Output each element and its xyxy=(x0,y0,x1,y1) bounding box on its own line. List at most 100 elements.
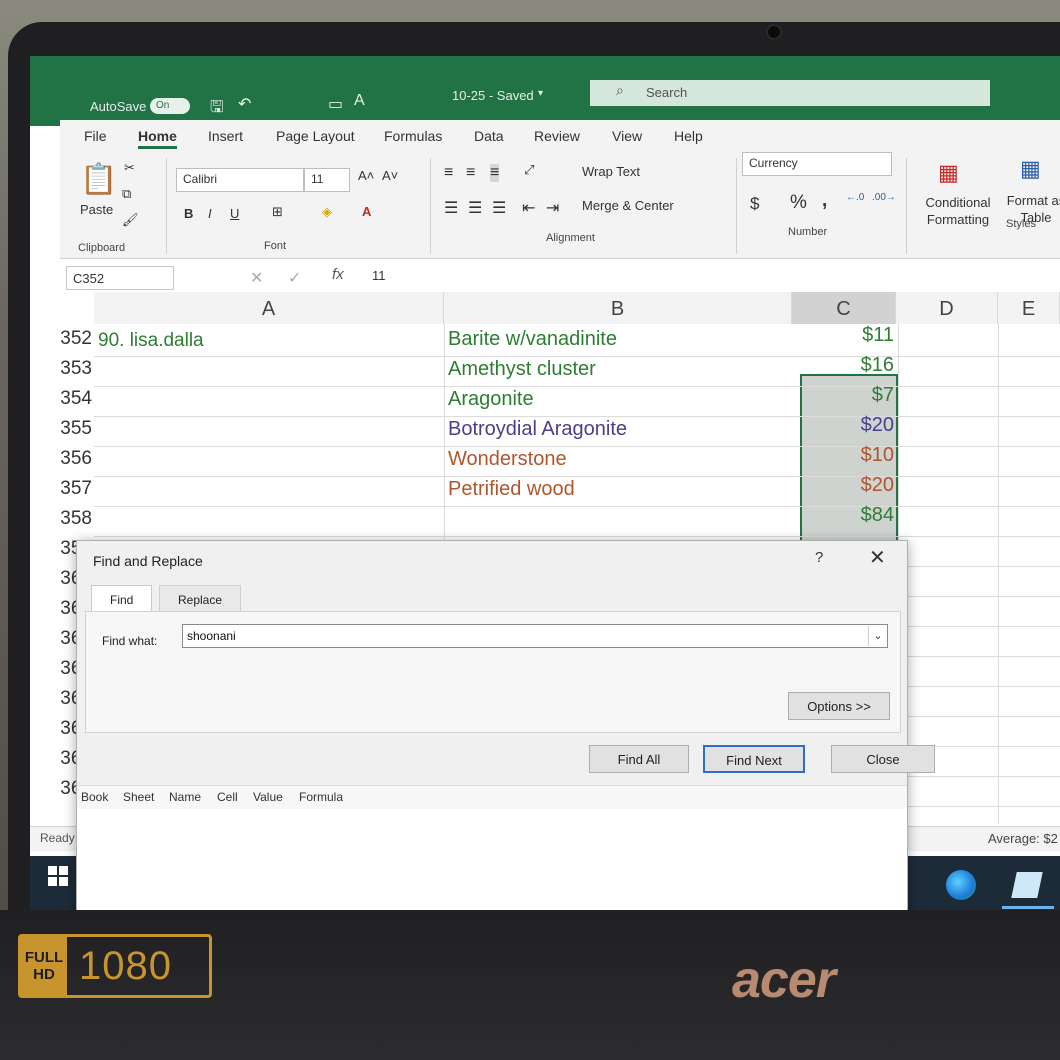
cell-c[interactable]: $20 xyxy=(800,414,894,437)
insert-function-icon[interactable]: fx xyxy=(332,266,344,283)
cell-b[interactable]: Botroydial Aragonite xyxy=(448,418,627,441)
accounting-format-button[interactable]: $ xyxy=(750,194,759,214)
tab-data[interactable]: Data xyxy=(474,128,504,144)
cell-c[interactable]: $16 xyxy=(800,354,894,377)
tab-find[interactable]: Find xyxy=(91,585,153,611)
row-header[interactable]: 358 xyxy=(60,508,92,530)
format-painter-icon[interactable]: 🖌 xyxy=(122,212,139,228)
decrease-indent-icon[interactable]: ⇤ xyxy=(522,198,535,218)
find-next-button[interactable]: Find Next xyxy=(703,745,805,773)
windows-start-icon[interactable] xyxy=(48,866,68,886)
cell-c[interactable]: $84 xyxy=(800,504,894,527)
conditional-formatting-button[interactable]: Conditional Formatting xyxy=(914,194,1002,228)
save-icon[interactable]: 🖫 xyxy=(210,96,224,123)
tab-replace[interactable]: Replace xyxy=(159,585,242,611)
formula-input[interactable]: 11 xyxy=(372,268,386,283)
borders-icon[interactable]: ⊞ xyxy=(272,204,283,220)
font-name-select[interactable]: Calibri xyxy=(176,168,304,192)
help-button[interactable]: ? xyxy=(815,549,823,566)
column-header-d[interactable]: D xyxy=(896,292,998,324)
chevron-down-icon[interactable]: ⌄ xyxy=(868,626,887,646)
cell-a[interactable]: 90. lisa.dalla xyxy=(98,330,204,352)
cell-c[interactable]: $20 xyxy=(800,474,894,497)
close-button[interactable]: Close xyxy=(831,745,935,773)
number-format-select[interactable]: Currency xyxy=(742,152,892,176)
results-col-book[interactable]: Book xyxy=(81,790,108,804)
results-col-formula[interactable]: Formula xyxy=(299,790,343,804)
row-header[interactable]: 354 xyxy=(60,388,92,410)
font-color-icon[interactable]: A xyxy=(354,92,365,110)
row-header[interactable]: 353 xyxy=(60,358,92,380)
cell-b[interactable]: Wonderstone xyxy=(448,448,567,471)
edge-browser-icon[interactable] xyxy=(946,870,976,900)
decrease-font-icon[interactable]: A˅ xyxy=(382,168,398,183)
tab-file[interactable]: File xyxy=(84,128,107,144)
column-header-e[interactable]: E xyxy=(998,292,1060,324)
enter-icon[interactable]: ✓ xyxy=(288,268,301,288)
cell-c[interactable]: $7 xyxy=(800,384,894,407)
results-col-sheet[interactable]: Sheet xyxy=(123,790,154,804)
copy-icon[interactable]: ⧉ xyxy=(122,186,131,202)
orientation-icon[interactable]: ⤢ xyxy=(524,162,534,178)
underline-button[interactable]: U xyxy=(230,206,239,221)
tab-formulas[interactable]: Formulas xyxy=(384,128,442,144)
align-right-icon[interactable]: ☰ xyxy=(492,198,506,218)
wrap-text-button[interactable]: Wrap Text xyxy=(582,164,640,179)
tab-insert[interactable]: Insert xyxy=(208,128,243,144)
column-header-b[interactable]: B xyxy=(444,292,792,324)
row-header[interactable]: 352 xyxy=(60,328,92,350)
increase-decimal-icon[interactable]: ←.0 xyxy=(846,192,864,203)
row-header[interactable]: 356 xyxy=(60,448,92,470)
paste-icon[interactable]: 📋 xyxy=(80,162,117,197)
app-taskbar-icon[interactable] xyxy=(1011,872,1043,898)
find-what-input[interactable]: shoonani xyxy=(182,624,888,648)
percent-style-button[interactable]: % xyxy=(790,192,807,214)
tab-page-layout[interactable]: Page Layout xyxy=(276,128,355,144)
cancel-icon[interactable]: ✕ xyxy=(250,268,263,288)
find-all-button[interactable]: Find All xyxy=(589,745,689,773)
cell-b[interactable]: Barite w/vanadinite xyxy=(448,328,617,351)
fill-color-icon[interactable]: ◈ xyxy=(322,204,332,220)
align-top-icon[interactable]: ≡ xyxy=(444,164,453,182)
align-left-icon[interactable]: ☰ xyxy=(444,198,458,218)
align-bottom-icon[interactable]: ≡ xyxy=(490,164,500,182)
increase-font-icon[interactable]: A˄ xyxy=(358,168,374,183)
cell-b[interactable]: Petrified wood xyxy=(448,478,575,501)
name-box[interactable]: C352 xyxy=(66,266,174,290)
search-input[interactable]: ⌕ Search xyxy=(590,80,990,106)
decrease-decimal-icon[interactable]: .00→ xyxy=(872,192,896,203)
column-header-a[interactable]: A xyxy=(94,292,444,324)
tab-help[interactable]: Help xyxy=(674,128,703,144)
paste-button[interactable]: Paste xyxy=(80,202,113,217)
results-col-name[interactable]: Name xyxy=(169,790,201,804)
undo-icon[interactable]: ↶ xyxy=(238,94,251,114)
increase-indent-icon[interactable]: ⇥ xyxy=(546,198,559,218)
comma-style-button[interactable]: , xyxy=(822,190,827,212)
align-middle-icon[interactable]: ≡ xyxy=(466,164,475,182)
font-color-icon[interactable]: A xyxy=(362,204,371,219)
format-as-table-icon[interactable]: ▦ xyxy=(1020,156,1041,182)
row-header[interactable]: 357 xyxy=(60,478,92,500)
column-header-c[interactable]: C xyxy=(792,292,896,324)
tab-review[interactable]: Review xyxy=(534,128,580,144)
font-size-select[interactable]: 11 xyxy=(304,168,350,192)
cell-b[interactable]: Aragonite xyxy=(448,388,534,411)
conditional-formatting-icon[interactable]: ▦ xyxy=(938,160,959,186)
close-icon[interactable]: ✕ xyxy=(869,545,886,570)
align-center-icon[interactable]: ☰ xyxy=(468,198,482,218)
chevron-down-icon[interactable]: ▾ xyxy=(538,88,543,99)
bold-button[interactable]: B xyxy=(184,206,193,221)
document-title[interactable]: 10-25 - Saved xyxy=(452,88,534,103)
tab-view[interactable]: View xyxy=(612,128,642,144)
cell-c[interactable]: $11 xyxy=(800,324,894,347)
results-col-cell[interactable]: Cell xyxy=(217,790,238,804)
options-button[interactable]: Options >> xyxy=(788,692,890,720)
tab-home[interactable]: Home xyxy=(138,128,177,149)
autosave-toggle[interactable]: On xyxy=(150,98,190,114)
cell-b[interactable]: Amethyst cluster xyxy=(448,358,596,381)
merge-center-button[interactable]: Merge & Center xyxy=(582,198,674,213)
cell-c[interactable]: $10 xyxy=(800,444,894,467)
row-header[interactable]: 355 xyxy=(60,418,92,440)
results-col-value[interactable]: Value xyxy=(253,790,283,804)
cut-icon[interactable]: ✂ xyxy=(124,160,135,176)
